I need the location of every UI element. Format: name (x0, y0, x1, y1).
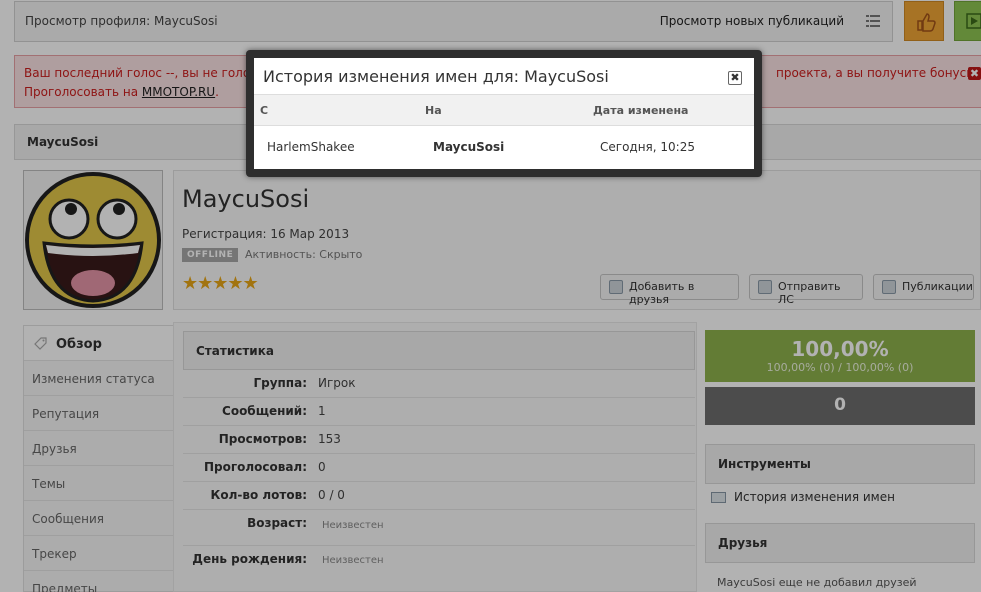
column-header-date: Дата изменена (593, 104, 689, 117)
column-header-from: С (260, 104, 269, 117)
close-icon[interactable]: ✖ (728, 71, 742, 85)
modal-table-header: С На Дата изменена (254, 94, 754, 126)
history-new-name: MaycuSosi (433, 140, 505, 154)
modal-title: История изменения имен для: MaycuSosi (263, 67, 609, 86)
modal-content: История изменения имен для: MaycuSosi ✖ … (254, 58, 754, 169)
history-old-name: HarlemShakee (267, 140, 355, 154)
column-header-to: На (425, 104, 442, 117)
history-date: Сегодня, 10:25 (600, 140, 695, 154)
name-history-modal: История изменения имен для: MaycuSosi ✖ … (246, 50, 762, 177)
